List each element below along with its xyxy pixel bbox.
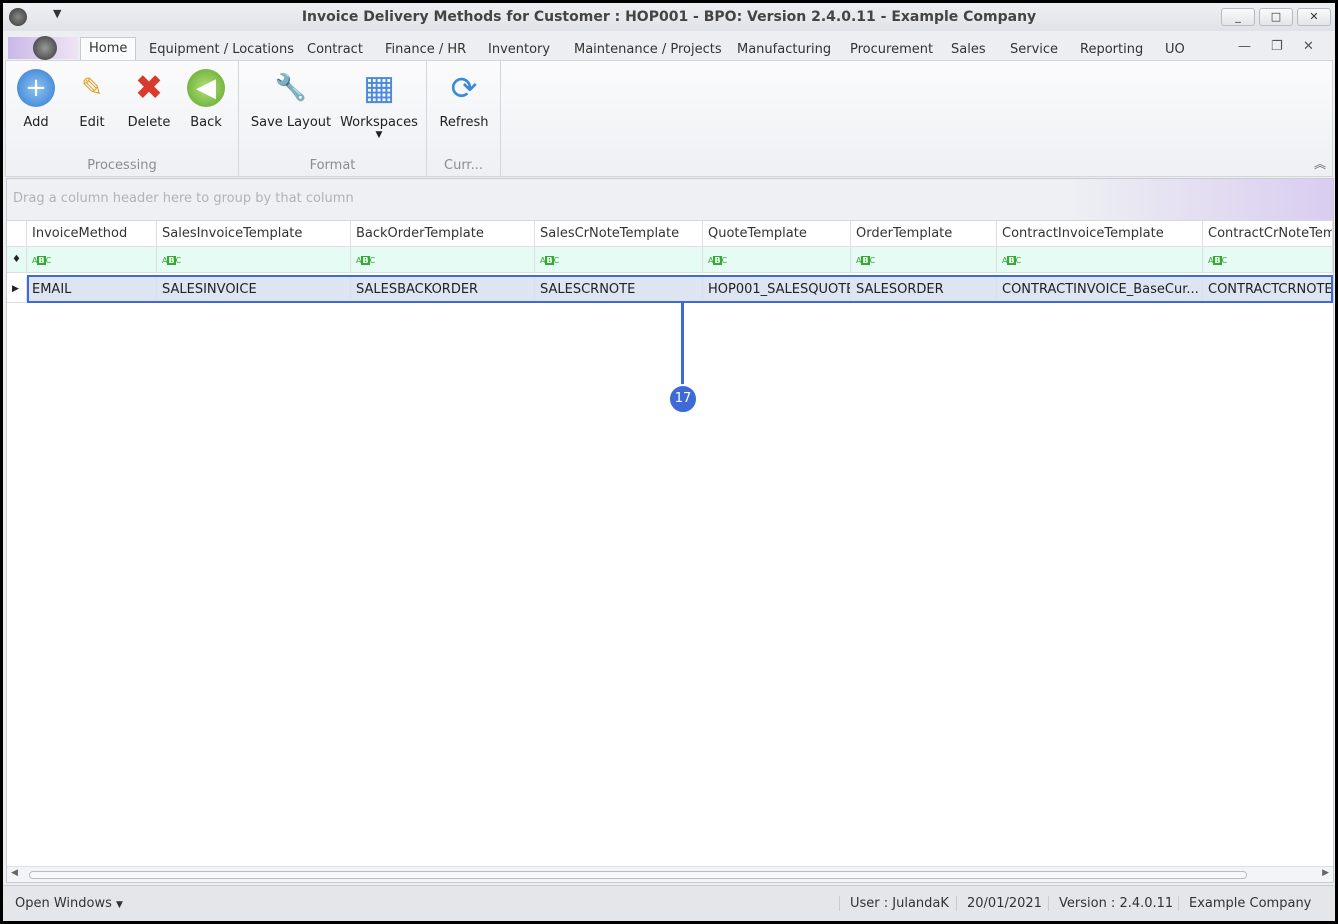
processing-group: + Add ✎ Edit ✖ Delete ◀ Back Processing [6, 61, 239, 176]
status-date: 20/01/2021 [956, 896, 1052, 911]
text-filter-icon: ABC [356, 256, 376, 265]
tab-manufacturing[interactable]: Manufacturing [729, 39, 839, 61]
format-group-label: Format [309, 158, 356, 173]
callout-line [681, 303, 684, 389]
curr-group-label: Curr... [444, 158, 483, 173]
header-row: InvoiceMethod SalesInvoiceTemplate BackO… [7, 221, 1333, 247]
filter-cell[interactable]: ABC [351, 247, 535, 273]
text-filter-icon: ABC [708, 256, 728, 265]
data-grid: Drag a column header here to group by th… [6, 178, 1334, 883]
dropdown-arrow-icon: ▼ [116, 900, 123, 910]
processing-group-label: Processing [87, 158, 157, 173]
back-button[interactable]: ◀ Back [184, 69, 228, 130]
collapse-ribbon-icon[interactable]: ︽ [1314, 155, 1326, 172]
tab-finance-hr[interactable]: Finance / HR [377, 39, 474, 61]
ribbon-tabs: Home Equipment / Locations Contract Fina… [3, 35, 1335, 61]
delete-label: Delete [127, 115, 171, 130]
tab-uo[interactable]: UO [1157, 39, 1193, 61]
column-header[interactable]: SalesCrNoteTemplate [535, 221, 703, 247]
minimize-button[interactable]: _ [1221, 8, 1255, 26]
save-layout-label: Save Layout [250, 115, 332, 130]
format-group: 🔧 Save Layout ▦ Workspaces ▼ Format [239, 61, 427, 176]
add-button[interactable]: + Add [14, 69, 58, 130]
text-filter-icon: ABC [162, 256, 182, 265]
column-header[interactable]: ContractCrNoteTemp [1203, 221, 1333, 247]
text-filter-icon: ABC [1002, 256, 1022, 265]
open-windows-button[interactable]: Open Windows ▼ [5, 896, 133, 911]
back-label: Back [190, 115, 222, 130]
mdi-minimize-icon[interactable]: — [1238, 39, 1251, 54]
column-header[interactable]: ContractInvoiceTemplate [997, 221, 1203, 247]
status-user: User : JulandaK [839, 896, 959, 911]
title-bar: ▼ Invoice Delivery Methods for Customer … [3, 3, 1335, 31]
delete-x-icon: ✖ [134, 68, 164, 108]
tab-procurement[interactable]: Procurement [842, 39, 941, 61]
ribbon: + Add ✎ Edit ✖ Delete ◀ Back Processing 🔧 Sav… [5, 60, 1333, 177]
refresh-icon: ⟳ [450, 69, 478, 107]
filter-cell[interactable]: ABC [1203, 247, 1333, 273]
scroll-left-icon[interactable]: ◀ [11, 868, 18, 878]
filter-cell[interactable]: ABC [157, 247, 351, 273]
column-header[interactable]: InvoiceMethod [27, 221, 157, 247]
callout-badge: 17 [668, 384, 698, 414]
text-filter-icon: ABC [32, 256, 52, 265]
add-label: Add [23, 115, 49, 130]
tab-service[interactable]: Service [1002, 39, 1066, 61]
window-title: Invoice Delivery Methods for Customer : … [301, 9, 1037, 25]
horizontal-scrollbar[interactable]: ◀ ▶ [7, 866, 1333, 882]
filter-pin-icon: ♦ [7, 247, 27, 273]
status-company: Example Company [1178, 896, 1321, 911]
scroll-right-icon[interactable]: ▶ [1322, 868, 1329, 878]
text-filter-icon: ABC [856, 256, 876, 265]
save-layout-button[interactable]: 🔧 Save Layout [247, 69, 335, 130]
delete-button[interactable]: ✖ Delete [124, 68, 174, 130]
mdi-close-icon[interactable]: ✕ [1303, 39, 1314, 54]
group-panel[interactable]: Drag a column header here to group by th… [7, 179, 1333, 221]
tab-maintenance-projects[interactable]: Maintenance / Projects [566, 39, 730, 61]
status-version: Version : 2.4.0.11 [1048, 896, 1183, 911]
tab-equipment-locations[interactable]: Equipment / Locations [141, 39, 302, 61]
maximize-button[interactable]: □ [1259, 8, 1293, 26]
filter-cell[interactable]: ABC [535, 247, 703, 273]
column-header[interactable]: BackOrderTemplate [351, 221, 535, 247]
edit-pencil-icon: ✎ [81, 73, 103, 103]
column-header[interactable]: SalesInvoiceTemplate [157, 221, 351, 247]
filter-cell[interactable]: ABC [997, 247, 1203, 273]
text-filter-icon: ABC [1208, 256, 1228, 265]
workspaces-icon: ▦ [362, 68, 396, 108]
tab-sales[interactable]: Sales [943, 39, 994, 61]
add-icon: + [17, 69, 55, 107]
filter-cell[interactable]: ABC [851, 247, 997, 273]
tab-contract[interactable]: Contract [299, 39, 371, 61]
text-filter-icon: ABC [540, 256, 560, 265]
column-header[interactable]: QuoteTemplate [703, 221, 851, 247]
curr-group: ⟳ Refresh Curr... [427, 61, 501, 176]
row-indicator-icon: ▶ [7, 277, 27, 303]
application-menu-button[interactable] [8, 36, 78, 60]
workspaces-label: Workspaces [340, 115, 418, 130]
indicator-header [7, 221, 27, 247]
close-button[interactable]: ✕ [1297, 8, 1331, 26]
auto-filter-row: ♦ ABC ABC ABC ABC ABC ABC ABC ABC [7, 247, 1333, 273]
tab-inventory[interactable]: Inventory [480, 39, 558, 61]
highlight-box [27, 275, 1333, 303]
tab-home[interactable]: Home [80, 37, 137, 61]
dropdown-arrow-icon: ▼ [375, 130, 383, 140]
open-windows-label: Open Windows [15, 896, 112, 911]
filter-cell[interactable]: ABC [703, 247, 851, 273]
filter-cell[interactable]: ABC [27, 247, 157, 273]
status-bar: Open Windows ▼ User : JulandaK 20/01/202… [3, 885, 1335, 921]
scrollbar-thumb[interactable] [29, 871, 1247, 879]
edit-button[interactable]: ✎ Edit [70, 69, 114, 130]
column-header[interactable]: OrderTemplate [851, 221, 997, 247]
app-window: ▼ Invoice Delivery Methods for Customer … [3, 3, 1335, 921]
mdi-restore-icon[interactable]: ❐ [1271, 39, 1283, 54]
save-layout-icon: 🔧 [274, 73, 308, 103]
refresh-button[interactable]: ⟳ Refresh [435, 69, 493, 130]
back-arrow-icon: ◀ [187, 69, 225, 107]
edit-label: Edit [79, 115, 105, 130]
workspaces-button[interactable]: ▦ Workspaces ▼ [339, 68, 419, 140]
tab-reporting[interactable]: Reporting [1072, 39, 1151, 61]
refresh-label: Refresh [439, 115, 489, 130]
